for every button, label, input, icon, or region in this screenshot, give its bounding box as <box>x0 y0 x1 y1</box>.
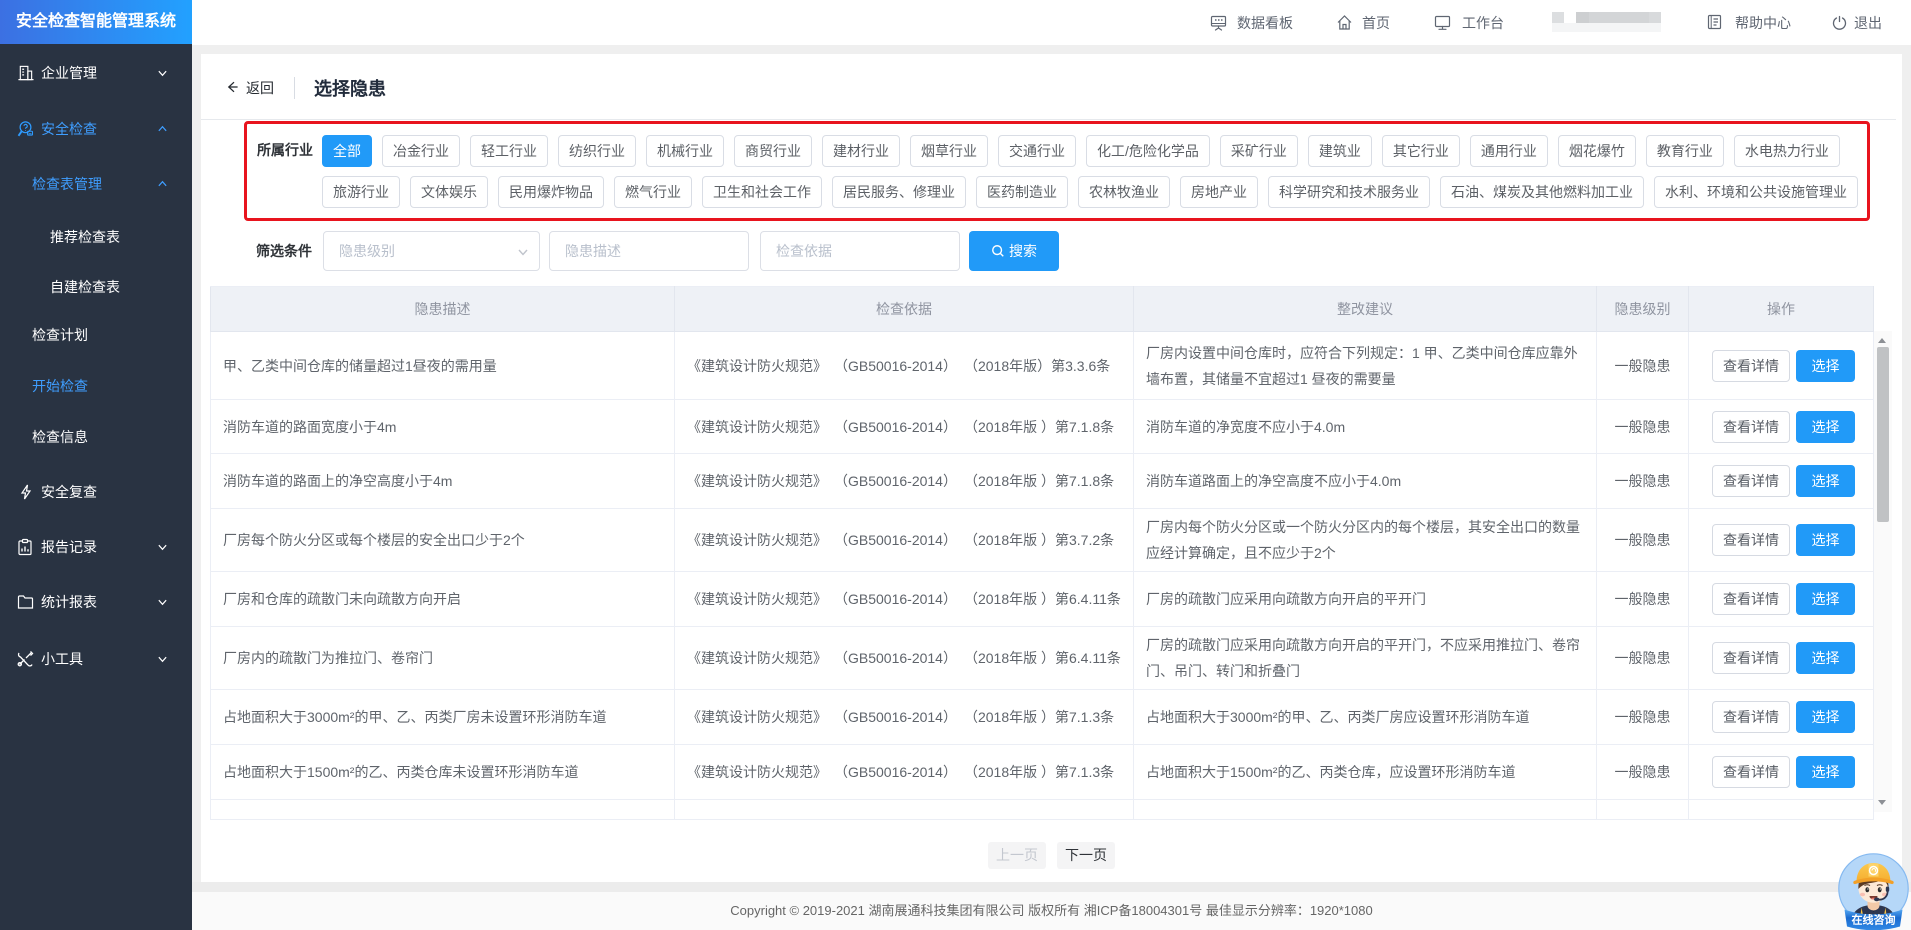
svg-text:在线咨询: 在线咨询 <box>1852 913 1896 927</box>
